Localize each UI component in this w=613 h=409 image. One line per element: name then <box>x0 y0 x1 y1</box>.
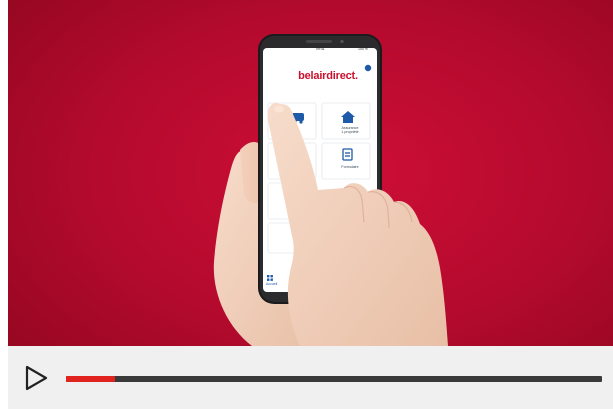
tile-claims-label: Formulaire <box>341 165 359 169</box>
status-battery: 100 % <box>358 47 368 51</box>
brand-logo: belairdirect. <box>286 70 370 82</box>
video-scene <box>213 34 448 346</box>
player-controls <box>8 346 613 409</box>
video-frame[interactable]: 09:41 100 % belairdirect. Assurance 1 pr… <box>8 0 613 346</box>
progress-fill <box>66 376 115 382</box>
play-button[interactable] <box>22 364 50 392</box>
play-icon <box>25 365 48 391</box>
brand-dot: . <box>355 70 358 82</box>
nav-home-label: Accueil <box>266 282 278 286</box>
tile-property-label: Assurance 1 propriété <box>341 126 359 135</box>
brand-name: belairdirect <box>298 70 356 82</box>
progress-track[interactable] <box>66 376 602 382</box>
status-time: 09:41 <box>316 47 325 51</box>
